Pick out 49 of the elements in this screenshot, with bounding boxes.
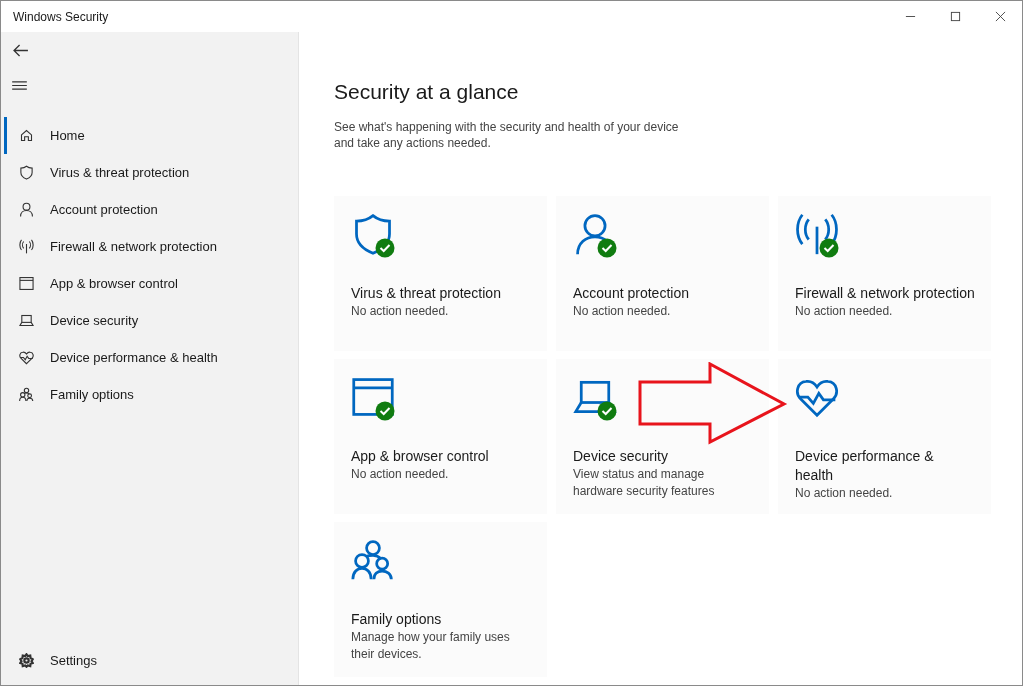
tile-status: No action needed. (795, 485, 894, 502)
sidebar-item[interactable]: Virus & threat protection (4, 154, 298, 191)
window-title: Windows Security (13, 9, 109, 24)
menu-icon[interactable] (12, 80, 27, 91)
tile-title: Virus & threat protection (351, 284, 502, 303)
sidebar-item[interactable]: Device security (4, 302, 298, 339)
status-tile[interactable]: Family options Manage how your family uses their devices. (334, 522, 547, 677)
people-icon (19, 387, 34, 402)
tile-status: No action needed. (351, 303, 450, 320)
page-title: Security at a glance (334, 80, 520, 104)
people-icon (351, 538, 395, 582)
sidebar-item[interactable]: Firewall & network protection (4, 228, 298, 265)
sidebar-item[interactable]: Account protection (4, 191, 298, 228)
tile-status: No action needed. (351, 466, 450, 483)
tile-status: No action needed. (795, 303, 894, 320)
maximize-icon[interactable] (950, 11, 961, 22)
tile-title: Firewall & network protection (795, 284, 975, 303)
sidebar-item[interactable]: App & browser control (4, 265, 298, 302)
tile-status: View status and manage hardware security features (573, 466, 716, 500)
tile-title: App & browser control (351, 447, 490, 466)
shield-icon (19, 165, 34, 180)
antenna-icon (19, 239, 34, 254)
laptop-icon (19, 313, 34, 328)
tile-title: Family options (351, 610, 443, 629)
tile-title: Device performance & health (795, 447, 935, 485)
antenna-icon (795, 212, 839, 256)
status-tile[interactable]: Account protection No action needed. (556, 196, 769, 351)
gear-icon (19, 653, 34, 668)
tile-title: Device security (573, 447, 669, 466)
home-icon (19, 128, 34, 143)
window-icon (351, 375, 395, 419)
window-icon (19, 276, 34, 291)
status-tile[interactable]: Virus & threat protection No action needed. (334, 196, 547, 351)
status-tile[interactable]: Device security View status and manage hardware security features (556, 359, 769, 514)
status-tile[interactable]: App & browser control No action needed. (334, 359, 547, 514)
sidebar-item[interactable]: Home (4, 117, 298, 154)
tile-status: Manage how your family uses their devices. (351, 629, 511, 663)
status-tile[interactable]: Device performance & health No action needed. (778, 359, 991, 514)
close-icon[interactable] (995, 11, 1006, 22)
page-description: See what's happening with the security and health of your device and take any actions needed. (334, 119, 680, 151)
tile-status: No action needed. (573, 303, 672, 320)
sidebar-item[interactable]: Family options (4, 376, 298, 413)
settings-item[interactable]: Settings (4, 642, 298, 679)
tile-title: Account protection (573, 284, 690, 303)
person-icon (19, 202, 34, 217)
sidebar-item[interactable]: Device performance & health (4, 339, 298, 376)
heart-pulse-icon (19, 350, 34, 365)
status-tile[interactable]: Firewall & network protection No action needed. (778, 196, 991, 351)
back-arrow-icon[interactable] (12, 44, 29, 57)
